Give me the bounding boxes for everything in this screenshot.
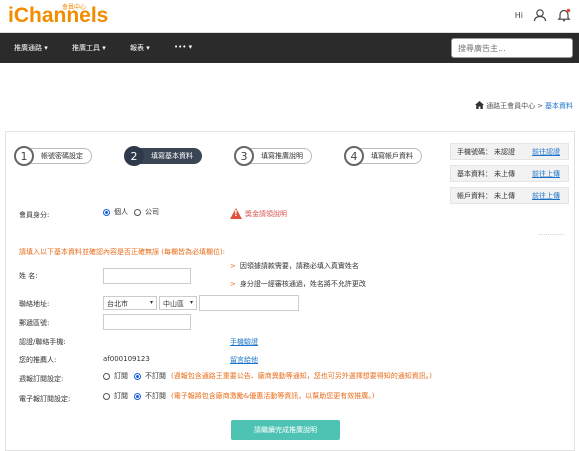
epaper-note: (電子報將包含廠商激勵&優惠活動等資訊，以幫助您更有效推廣。) — [171, 392, 375, 400]
top-right-tools: Hi — [515, 8, 571, 22]
upload-account-link[interactable]: 前往上傳 — [532, 191, 560, 201]
step-account: 1 帳號密碼設定 — [14, 146, 92, 166]
form-notice: 請填入以下基本資料並確認內容是否正確無誤 (每欄皆為必填欄位): — [19, 248, 226, 256]
step-basic-info: 2 填寫基本資料 — [124, 146, 202, 166]
greeting: Hi — [514, 10, 523, 20]
step-promotion: 3 填寫推廣說明 — [234, 146, 312, 166]
user-icon[interactable] — [533, 8, 547, 22]
nav-item-reports[interactable]: 報表 ▾ — [130, 43, 150, 53]
address-label: 聯絡地址: — [19, 300, 50, 308]
nav-item-channels[interactable]: 推廣通路 ▾ — [14, 43, 48, 53]
breadcrumb-parent[interactable]: 通路王會員中心 — [486, 101, 535, 111]
weekly-note: (週報包含通路王重要公告、廠商異動等通知，您也可另外選擇想要得知的通知資訊。) — [171, 372, 432, 380]
name-hint-2: > 身分證一經審核通過，姓名將不允許更改 — [230, 280, 366, 288]
epaper-subscribe-radio[interactable] — [103, 392, 110, 400]
logo[interactable]: iChannels — [8, 4, 108, 28]
message-referrer-link[interactable]: 留言給他 — [230, 355, 258, 365]
top-bar: iChannels 會員中心 Hi — [0, 0, 579, 33]
radio-personal[interactable] — [103, 208, 110, 216]
name-input[interactable] — [103, 268, 191, 284]
epaper-unsubscribe-radio[interactable] — [134, 392, 141, 400]
home-icon[interactable] — [475, 101, 485, 111]
referrer-label: 您的推薦人: — [19, 356, 57, 364]
referrer-value: af000109123 — [103, 355, 150, 363]
city-select[interactable]: 台北市 ▾ — [103, 296, 157, 310]
divider-dots: ·············· — [538, 232, 565, 239]
weekly-label: 週報訂閱設定: — [19, 375, 64, 383]
zip-label: 郵遞區號: — [19, 319, 50, 327]
zip-input[interactable] — [103, 314, 191, 330]
status-phone: 手機號碼： 未認證 前往認證 — [450, 143, 569, 160]
weekly-unsubscribe-radio[interactable] — [134, 372, 141, 380]
step-bank-account: 4 填寫帳戶資料 — [344, 146, 422, 166]
member-type-label: 會員身分: — [19, 211, 50, 219]
breadcrumb-separator: > — [537, 102, 543, 110]
bell-icon[interactable] — [557, 8, 571, 22]
upload-basic-link[interactable]: 前往上傳 — [532, 169, 560, 179]
epaper-label: 電子報訂閱設定: — [19, 395, 71, 403]
breadcrumb-current[interactable]: 基本資料 — [545, 101, 573, 111]
nav-item-more[interactable]: ••• ▾ — [174, 43, 192, 51]
nav-item-tools[interactable]: 推廣工具 ▾ — [72, 43, 106, 53]
breadcrumb: 通路王會員中心 > 基本資料 — [475, 101, 573, 111]
warning-icon — [230, 208, 242, 219]
weekly-subscribe-radio[interactable] — [103, 372, 110, 380]
continue-button[interactable]: 請繼續完成推廣說明 — [231, 420, 340, 440]
phone-verify-link[interactable]: 手機驗證 — [230, 337, 258, 347]
status-basic-info: 基本資料： 未上傳 前往上傳 — [450, 165, 569, 182]
district-select[interactable]: 中山區 ▾ — [159, 296, 197, 310]
radio-company[interactable] — [134, 208, 141, 216]
name-hint-1: > 因領據請款需要，請務必填入真實姓名 — [230, 262, 359, 270]
bonus-warning[interactable]: 獎金請領說明 — [230, 208, 287, 219]
status-account: 帳戶資料： 未上傳 前往上傳 — [450, 187, 569, 204]
epaper-options: 訂閱 不訂閱 (電子報將包含廠商激勵&優惠活動等資訊，以幫助您更有效推廣。) — [103, 391, 374, 401]
verify-phone-link[interactable]: 前往認證 — [532, 147, 560, 157]
logo-subtitle: 會員中心 — [62, 4, 87, 11]
name-label: 姓 名: — [19, 272, 38, 280]
phone-label: 認證/聯絡手機: — [19, 338, 66, 346]
step-progress: 1 帳號密碼設定 2 填寫基本資料 3 填寫推廣說明 4 填寫帳戶資料 — [14, 146, 438, 166]
member-type-options: 個人 公司 — [103, 207, 159, 217]
weekly-options: 訂閱 不訂閱 (週報包含通路王重要公告、廠商異動等通知，您也可另外選擇想要得知的… — [103, 371, 432, 381]
address-input[interactable] — [199, 295, 299, 311]
search-input[interactable] — [451, 38, 573, 58]
